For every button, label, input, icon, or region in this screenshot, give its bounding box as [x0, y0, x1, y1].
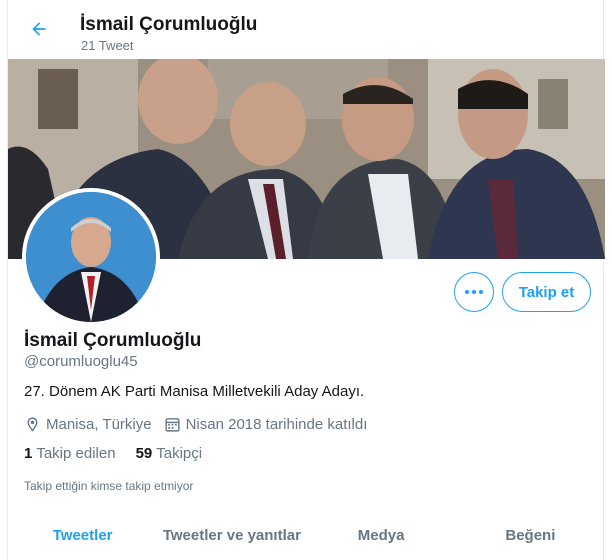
- profile-header-bar: İsmail Çorumluoğlu 21 Tweet: [8, 0, 603, 59]
- tab-likes[interactable]: Beğeni: [456, 517, 605, 560]
- followers-link[interactable]: 59 Takipçi: [136, 445, 203, 462]
- arrow-left-icon: [32, 22, 46, 36]
- followers-label: Takipçi: [156, 445, 203, 462]
- location-text: Manisa, Türkiye: [46, 415, 152, 433]
- profile-tabs: Tweetler Tweetler ve yanıtlar Medya Beğe…: [8, 517, 605, 560]
- profile-avatar[interactable]: [22, 188, 160, 326]
- profile-name: İsmail Çorumluoğlu: [24, 330, 202, 351]
- header-name: İsmail Çorumluoğlu: [80, 14, 258, 35]
- follow-button[interactable]: Takip et: [502, 272, 591, 312]
- joined-item: Nisan 2018 tarihinde katıldı: [164, 415, 368, 433]
- tab-tweets-and-replies[interactable]: Tweetler ve yanıtlar: [157, 517, 306, 560]
- back-button[interactable]: [24, 14, 54, 44]
- more-options-button[interactable]: [454, 272, 494, 312]
- profile-meta: Manisa, Türkiye Nisan 2018 tarihinde kat…: [24, 414, 379, 434]
- followers-count: 59: [135, 445, 153, 462]
- profile-stats: 1 Takip edilen 59 Takipçi: [24, 445, 222, 462]
- profile-bio: 27. Dönem AK Parti Manisa Milletvekili A…: [24, 383, 365, 400]
- location-pin-icon: [27, 416, 38, 432]
- profile-handle: @corumluoglu45: [24, 353, 138, 370]
- followed-by-note: Takip ettiğin kimse takip etmiyor: [24, 479, 194, 493]
- joined-text: Nisan 2018 tarihinde katıldı: [185, 415, 368, 433]
- tab-media[interactable]: Medya: [307, 517, 456, 560]
- header-tweet-count: 21 Tweet: [81, 38, 134, 53]
- profile-page: İsmail Çorumluoğlu 21 Tweet Takip et İsm…: [7, 0, 605, 560]
- following-count: 1: [24, 445, 33, 462]
- more-horizontal-icon: [465, 290, 483, 294]
- avatar-photo: [26, 192, 156, 322]
- calendar-icon: [165, 417, 180, 432]
- following-label: Takip edilen: [36, 445, 116, 462]
- location-item: Manisa, Türkiye: [24, 416, 152, 433]
- tab-tweets[interactable]: Tweetler: [8, 517, 157, 560]
- following-link[interactable]: 1 Takip edilen: [24, 445, 116, 462]
